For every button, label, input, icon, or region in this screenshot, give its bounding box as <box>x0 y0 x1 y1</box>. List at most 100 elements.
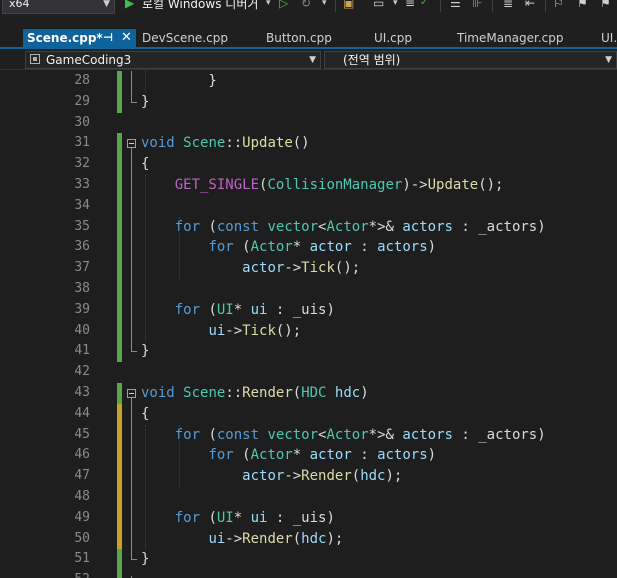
run-debugger-label[interactable]: 로컬 Windows 디버거 <box>142 0 258 12</box>
dropdown-chevron-icon[interactable]: ▾ <box>266 0 271 10</box>
code-token: -> <box>284 468 302 485</box>
line-number: 31 <box>74 135 90 151</box>
code-token: UI <box>216 509 234 526</box>
platform-select[interactable]: x64 ▼ <box>2 0 115 14</box>
line-number: 50 <box>74 530 90 546</box>
tab-button-cpp[interactable]: Button.cpp <box>262 29 362 47</box>
code-token: } <box>141 93 150 110</box>
tab-label: TimeManager.cpp <box>457 31 564 45</box>
code-line[interactable]: ui->Tick(); <box>141 321 301 342</box>
line-number: 42 <box>74 364 90 380</box>
tab-ui-cpp[interactable]: UI.cpp <box>370 29 448 47</box>
code-token: Render <box>242 530 293 547</box>
code-editor[interactable]: 28 } 29} 30 31 void Scene::Update() 32{33 GET… <box>0 71 617 578</box>
code-line[interactable]: actor->Tick(); <box>141 258 360 279</box>
list-icon[interactable]: ☰ <box>450 0 461 10</box>
line-number: 48 <box>74 489 90 504</box>
outdent-icon[interactable]: ⇤ <box>525 0 535 10</box>
code-token: Actor <box>250 239 293 256</box>
tab-ui-h[interactable]: UI. <box>597 29 617 47</box>
line-number: 40 <box>74 322 90 338</box>
code-line[interactable]: for (Actor* actor : actors) <box>141 445 436 466</box>
align-icon[interactable]: ≣ <box>503 0 513 10</box>
play-icon[interactable]: ▶ <box>125 0 134 10</box>
code-line[interactable]: GET_SINGLE(CollisionManager)->Update(); <box>141 175 504 196</box>
hot-reload-icon[interactable]: ↻ <box>301 0 311 10</box>
code-token: _uis <box>292 509 327 526</box>
code-token: ( <box>292 530 302 547</box>
fold-guide-end <box>131 101 137 103</box>
saved-change-bar <box>117 383 122 404</box>
code-line[interactable]: ui->Render(hdc); <box>141 529 343 550</box>
tab-label: Scene.cpp* <box>27 31 103 45</box>
document-tabs: Scene.cpp* ⊣ ✕ DevScene.cpp Button.cpp U… <box>0 29 617 49</box>
code-token: ( <box>200 426 217 443</box>
more-icon[interactable]: ⚑ <box>600 0 611 10</box>
code-token: ( <box>292 385 302 401</box>
tab-timemanager-cpp[interactable]: TimeManager.cpp <box>453 29 591 47</box>
flag-icon[interactable]: ⚑ <box>577 0 588 10</box>
code-token: Actor <box>250 447 293 464</box>
fold-guide <box>131 148 132 352</box>
code-line[interactable]: for (const vector<Actor*>& actors : _act… <box>141 217 546 238</box>
spell-icon[interactable]: ✓ <box>420 0 428 10</box>
code-line[interactable]: for (Actor* actor : actors) <box>141 237 436 258</box>
code-line[interactable]: void Scene::Render(HDC hdc) <box>141 383 369 404</box>
line-number: 51 <box>74 551 90 567</box>
code-line[interactable]: } <box>141 549 149 570</box>
code-token: actor <box>309 239 352 256</box>
window-icon[interactable]: ▣ <box>343 0 354 10</box>
dropdown-chevron-icon-2[interactable]: ▾ <box>322 0 327 10</box>
code-token: ) <box>427 447 437 464</box>
code-line[interactable]: { <box>141 154 149 175</box>
dropdown-chevron-icon-3[interactable]: ▾ <box>393 0 398 10</box>
project-combo[interactable]: GameCoding3 ▼ <box>25 51 321 69</box>
line-number: 29 <box>74 93 90 109</box>
code-token: Tick <box>242 322 276 339</box>
pin-icon[interactable]: ⊣ <box>103 29 113 47</box>
code-line[interactable]: for (const vector<Actor*>& actors : _act… <box>141 425 546 446</box>
scope-combo[interactable]: (전역 범위) ▼ <box>324 51 617 69</box>
code-token: ); <box>326 530 344 547</box>
tab-label: Button.cpp <box>266 31 332 45</box>
platform-value: x64 <box>9 0 30 10</box>
code-line[interactable]: for (UI* ui : _uis) <box>141 508 335 529</box>
toolbar: x64 ▼ ▶ 로컬 Windows 디버거 ▾ ▷ ↻ ▾ ▣ ▭ ▾ ≡ ✓… <box>0 0 617 27</box>
indent-guide <box>145 175 146 342</box>
collapse-icon[interactable] <box>127 389 136 398</box>
code-token: -> <box>284 260 302 277</box>
fold-guide-end <box>131 559 137 561</box>
bookmark-icon[interactable]: ⚐ <box>553 0 564 10</box>
code-token: (); <box>478 177 504 193</box>
code-line[interactable]: { <box>141 404 149 425</box>
code-line[interactable]: for (UI* ui : _uis) <box>141 300 335 321</box>
code-token: )-> <box>402 177 428 193</box>
code-token: vector <box>267 426 319 443</box>
tab-devscene-cpp[interactable]: DevScene.cpp <box>138 29 256 47</box>
indent-icon[interactable]: ⊪ <box>472 0 482 10</box>
play-outline-icon[interactable]: ▷ <box>279 0 288 10</box>
line-number: 34 <box>74 197 90 213</box>
code-line[interactable]: } <box>141 71 216 92</box>
code-token: Tick <box>301 260 335 277</box>
tab-scene-cpp[interactable]: Scene.cpp* ⊣ ✕ <box>23 29 136 49</box>
code-line[interactable]: } <box>141 341 149 362</box>
line-number: 43 <box>74 385 90 400</box>
comment-icon[interactable]: ≡ <box>405 0 415 10</box>
code-line[interactable]: } <box>141 92 149 113</box>
close-icon[interactable]: ✕ <box>121 29 132 47</box>
project-name: GameCoding3 <box>46 53 132 67</box>
code-token: for <box>208 447 234 464</box>
code-token: * <box>233 301 251 318</box>
code-token: vector <box>267 218 319 235</box>
collapse-icon[interactable] <box>127 139 136 149</box>
code-token: * <box>233 509 251 526</box>
code-token: -> <box>225 322 243 339</box>
code-line[interactable]: void Scene::Update() <box>141 133 310 154</box>
filter-icon[interactable]: ▭ <box>373 0 384 10</box>
code-line[interactable]: actor->Render(hdc); <box>141 466 402 487</box>
code-token: Render <box>301 468 352 485</box>
